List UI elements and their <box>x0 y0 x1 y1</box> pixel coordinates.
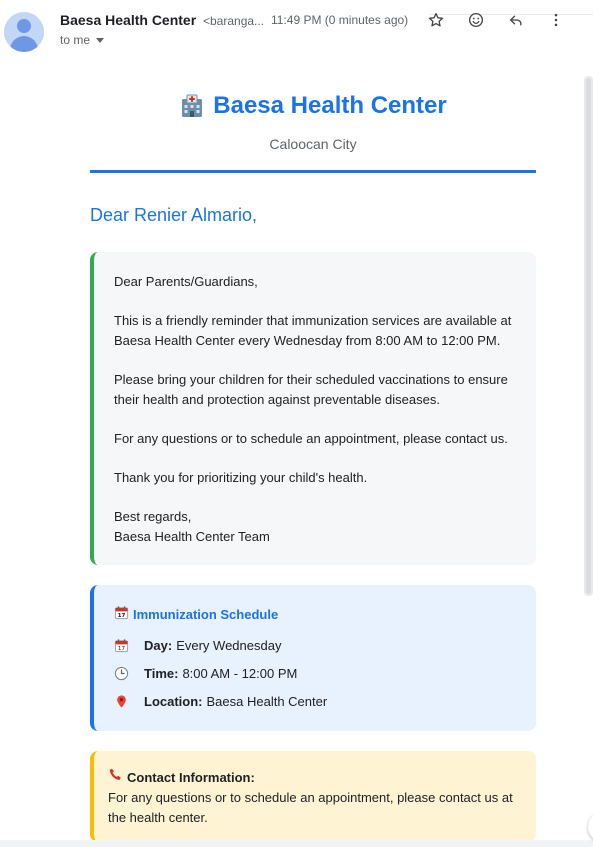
avatar-body <box>10 36 38 52</box>
schedule-day-row: 17 Day: Every Wednesday <box>114 638 516 653</box>
svg-text:17: 17 <box>118 646 126 652</box>
contact-card: Contact Information: For any questions o… <box>90 751 536 842</box>
schedule-location-row: Location: Baesa Health Center <box>114 694 516 709</box>
calendar-icon: 17 <box>114 605 129 623</box>
recipient-details-toggle[interactable]: to me <box>60 33 105 47</box>
schedule-title-text: Immunization Schedule <box>133 606 279 622</box>
message-header: Baesa Health Center <baranga... 11:49 PM… <box>0 0 593 70</box>
signature-block: Best regards, Baesa Health Center Team <box>114 507 514 547</box>
scrollbar-thumb[interactable] <box>586 78 591 594</box>
time-label: Time: <box>144 666 179 681</box>
day-value: Every Wednesday <box>176 638 282 653</box>
email-body: Baesa Health Center Caloocan City Dear R… <box>90 80 536 842</box>
greeting: Dear Renier Almario, <box>90 205 258 225</box>
more-vert-icon[interactable] <box>544 8 568 32</box>
brand-name: Baesa Health Center <box>213 92 447 119</box>
calendar-icon: 17 <box>114 638 144 653</box>
day-label: Day: <box>144 638 173 653</box>
city-name: Caloocan City <box>269 136 357 152</box>
message-paragraph: Please bring your children for their sch… <box>114 372 508 407</box>
recipient-label: to me <box>60 33 91 47</box>
star-icon[interactable] <box>424 8 448 32</box>
avatar-head <box>17 19 31 33</box>
email-banner: Baesa Health Center Caloocan City <box>90 92 536 152</box>
location-value: Baesa Health Center <box>206 694 328 709</box>
message-paragraph: This is a friendly reminder that immuniz… <box>114 313 512 348</box>
message-time: 11:49 PM (0 minutes ago) <box>271 13 409 27</box>
schedule-title: 17 Immunization Schedule <box>114 605 516 623</box>
message-paragraph: Thank you for prioritizing your child's … <box>114 470 368 485</box>
brand-title: Baesa Health Center <box>90 92 536 120</box>
message-paragraph: For any questions or to schedule an appo… <box>114 431 508 446</box>
schedule-time-row: Time: 8:00 AM - 12:00 PM <box>114 666 516 681</box>
sender-email[interactable]: <baranga... <box>203 14 264 28</box>
chevron-down-icon <box>96 38 105 44</box>
header-rule <box>90 170 536 173</box>
contact-title-text: Contact Information: <box>127 769 255 785</box>
phone-icon <box>108 767 123 788</box>
time-value: 8:00 AM - 12:00 PM <box>182 666 298 681</box>
schedule-card: 17 Immunization Schedule 17 Day: Every W… <box>90 585 536 731</box>
hospital-icon <box>179 93 205 119</box>
pin-icon <box>114 694 144 709</box>
signature: Baesa Health Center Team <box>114 529 270 544</box>
svg-text:17: 17 <box>118 613 126 619</box>
sender-avatar[interactable] <box>4 12 44 52</box>
sender-name[interactable]: Baesa Health Center <box>60 12 196 28</box>
location-label: Location: <box>144 694 203 709</box>
reply-icon[interactable] <box>504 8 528 32</box>
message-card: Dear Parents/Guardians, This is a friend… <box>90 252 536 565</box>
emoji-icon[interactable] <box>464 8 488 32</box>
contact-title: Contact Information: <box>108 767 518 788</box>
clock-icon <box>114 666 144 681</box>
closing: Best regards, <box>114 509 192 524</box>
email-view: Baesa Health Center <baranga... 11:49 PM… <box>0 0 593 847</box>
bottom-bar <box>0 840 593 847</box>
salutation: Dear Parents/Guardians, <box>114 274 258 289</box>
contact-text: For any questions or to schedule an appo… <box>108 790 513 825</box>
floating-action-button[interactable] <box>588 812 593 842</box>
